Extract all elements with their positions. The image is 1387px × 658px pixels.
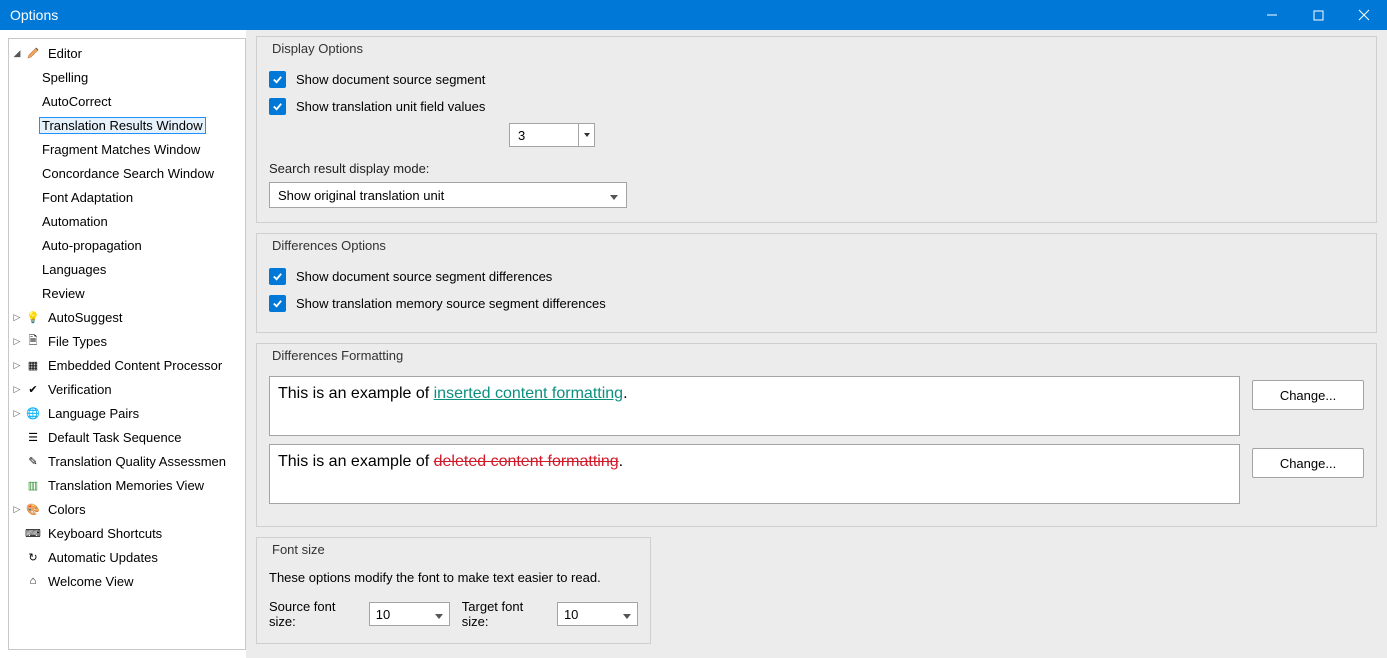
tree-node-keyboard[interactable]: ▷⌨Keyboard Shortcuts: [9, 521, 245, 545]
checkbox-show-doc-diff[interactable]: [269, 268, 286, 285]
inserted-example-box: This is an example of inserted content f…: [269, 376, 1240, 436]
inserted-sample-text: inserted content formatting: [434, 385, 623, 402]
globe-icon: 🌐: [25, 405, 41, 421]
change-deleted-button[interactable]: Change...: [1252, 448, 1364, 478]
tree-node-updates[interactable]: ▷↻Automatic Updates: [9, 545, 245, 569]
label-show-doc-diff: Show document source segment differences: [296, 269, 552, 284]
tree-node-translation-results[interactable]: Translation Results Window: [9, 113, 245, 137]
font-size-description: These options modify the font to make te…: [269, 570, 638, 585]
tree-node-file-types[interactable]: ▷🗎File Types: [9, 329, 245, 353]
label-show-field-values: Show translation unit field values: [296, 99, 485, 114]
tree-node-quality[interactable]: ▷✎Translation Quality Assessmen: [9, 449, 245, 473]
tree-node-spelling[interactable]: Spelling: [9, 65, 245, 89]
label-search-mode: Search result display mode:: [269, 161, 1364, 176]
deleted-suffix: .: [619, 453, 623, 470]
source-font-size-value: 10: [376, 607, 390, 622]
autosuggest-icon: 💡: [25, 309, 41, 325]
tree-node-languages[interactable]: Languages: [9, 257, 245, 281]
tree-node-default-task[interactable]: ▷☰Default Task Sequence: [9, 425, 245, 449]
legend-display-options: Display Options: [269, 41, 366, 56]
legend-differences-formatting: Differences Formatting: [269, 348, 406, 363]
group-differences-options: Differences Options Show document source…: [256, 233, 1377, 333]
check-icon: ✔: [25, 381, 41, 397]
tree-node-concordance[interactable]: Concordance Search Window: [9, 161, 245, 185]
tree-node-autocorrect[interactable]: AutoCorrect: [9, 89, 245, 113]
tree-node-tm-view[interactable]: ▷▥Translation Memories View: [9, 473, 245, 497]
chevron-down-icon[interactable]: [578, 124, 594, 146]
embedded-icon: ▦: [25, 357, 41, 373]
field-count-value: 3: [518, 128, 525, 143]
source-font-size-select[interactable]: 10: [369, 602, 450, 626]
tree-node-review[interactable]: Review: [9, 281, 245, 305]
field-count-spinbox[interactable]: 3: [509, 123, 595, 147]
label-show-source-segment: Show document source segment: [296, 72, 485, 87]
window-title: Options: [10, 7, 58, 23]
label-source-font-size: Source font size:: [269, 599, 357, 629]
search-mode-select[interactable]: Show original translation unit: [269, 182, 627, 208]
deleted-sample-text: deleted content formatting: [434, 453, 619, 470]
tree-node-font-adaptation[interactable]: Font Adaptation: [9, 185, 245, 209]
deleted-prefix: This is an example of: [278, 453, 434, 470]
legend-differences-options: Differences Options: [269, 238, 389, 253]
close-button[interactable]: [1341, 0, 1387, 30]
tree-node-welcome[interactable]: ▷⌂Welcome View: [9, 569, 245, 593]
pencil-icon: [25, 45, 41, 61]
options-main-panel: Display Options Show document source seg…: [246, 30, 1387, 658]
titlebar: Options: [0, 0, 1387, 30]
tree-node-fragment-matches[interactable]: Fragment Matches Window: [9, 137, 245, 161]
group-font-size: Font size These options modify the font …: [256, 537, 651, 644]
group-differences-formatting: Differences Formatting This is an exampl…: [256, 343, 1377, 527]
group-display-options: Display Options Show document source seg…: [256, 36, 1377, 223]
search-mode-value: Show original translation unit: [278, 188, 444, 203]
home-icon: ⌂: [25, 573, 41, 589]
change-inserted-button[interactable]: Change...: [1252, 380, 1364, 410]
quality-icon: ✎: [25, 453, 41, 469]
update-icon: ↻: [25, 549, 41, 565]
chevron-down-icon: [435, 607, 443, 622]
keyboard-icon: ⌨: [25, 525, 41, 541]
options-tree: ◢ Editor Spelling AutoCorrect Translatio…: [8, 38, 246, 650]
inserted-prefix: This is an example of: [278, 385, 434, 402]
tree-node-embedded[interactable]: ▷▦Embedded Content Processor: [9, 353, 245, 377]
deleted-example-box: This is an example of deleted content fo…: [269, 444, 1240, 504]
tree-node-auto-propagation[interactable]: Auto-propagation: [9, 233, 245, 257]
task-icon: ☰: [25, 429, 41, 445]
tree-node-autosuggest[interactable]: ▷💡AutoSuggest: [9, 305, 245, 329]
chevron-down-icon: [623, 607, 631, 622]
target-font-size-value: 10: [564, 607, 578, 622]
legend-font-size: Font size: [269, 542, 328, 557]
tree-node-colors[interactable]: ▷🎨Colors: [9, 497, 245, 521]
maximize-button[interactable]: [1295, 0, 1341, 30]
checkbox-show-tm-diff[interactable]: [269, 295, 286, 312]
tree-node-editor[interactable]: ◢ Editor: [9, 41, 245, 65]
tree-node-language-pairs[interactable]: ▷🌐Language Pairs: [9, 401, 245, 425]
label-target-font-size: Target font size:: [462, 599, 545, 629]
inserted-suffix: .: [623, 385, 627, 402]
window-controls: [1249, 0, 1387, 30]
tm-icon: ▥: [25, 477, 41, 493]
file-icon: 🗎: [25, 333, 41, 349]
checkbox-show-source-segment[interactable]: [269, 71, 286, 88]
chevron-down-icon: [610, 188, 618, 203]
palette-icon: 🎨: [25, 501, 41, 517]
label-show-tm-diff: Show translation memory source segment d…: [296, 296, 606, 311]
tree-node-automation[interactable]: Automation: [9, 209, 245, 233]
tree-node-verification[interactable]: ▷✔Verification: [9, 377, 245, 401]
minimize-button[interactable]: [1249, 0, 1295, 30]
checkbox-show-field-values[interactable]: [269, 98, 286, 115]
target-font-size-select[interactable]: 10: [557, 602, 638, 626]
